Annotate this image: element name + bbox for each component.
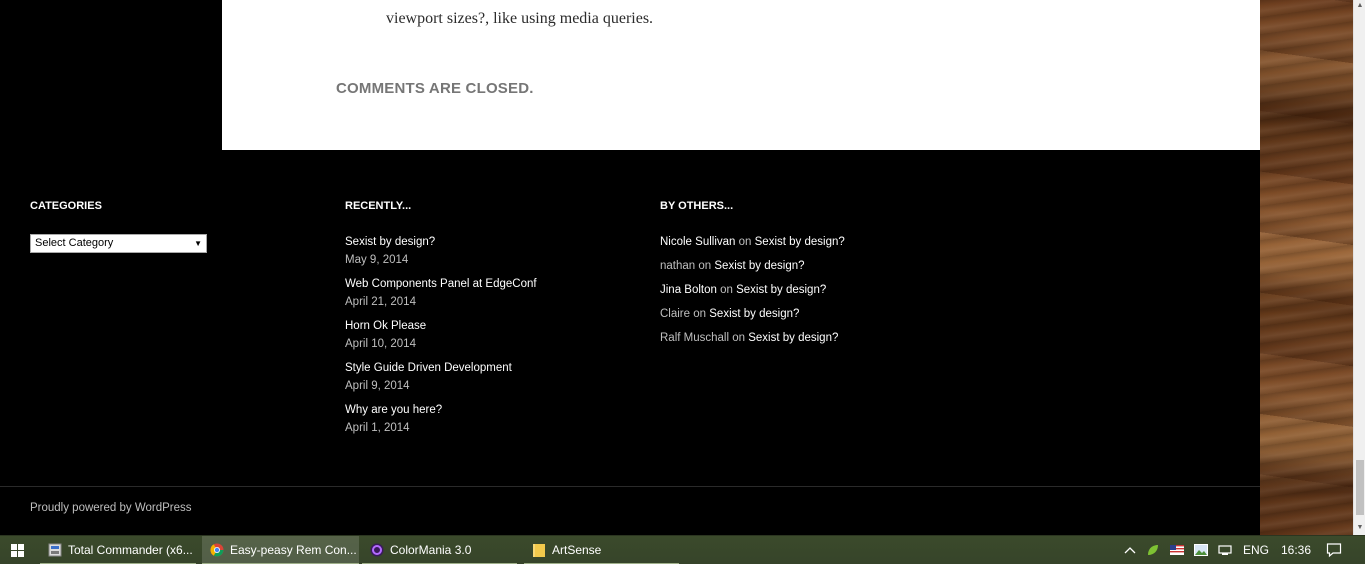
comment-author-link[interactable]: Nicole Sullivan — [660, 236, 735, 248]
footer-divider — [0, 486, 1260, 487]
recent-comments-list: Nicole Sullivan on Sexist by design? nat… — [660, 233, 845, 353]
recent-comment-item: Jina Bolton on Sexist by design? — [660, 281, 845, 305]
chrome-icon — [210, 543, 224, 557]
folder-icon — [533, 544, 545, 557]
recent-post-link[interactable]: Horn Ok Please — [345, 317, 537, 335]
comment-author: nathan — [660, 260, 696, 272]
recent-post-date: April 10, 2014 — [345, 338, 416, 350]
recent-post-item: Style Guide Driven Development April 9, … — [345, 359, 537, 401]
recent-post-link[interactable]: Sexist by design? — [345, 233, 537, 251]
recent-post-item: Sexist by design? May 9, 2014 — [345, 233, 537, 275]
taskbar: Total Commander (x6... Easy-peasy Rem Co… — [0, 535, 1365, 564]
start-button[interactable] — [0, 536, 36, 564]
comment-on-text: on — [738, 236, 752, 248]
taskbar-item-artsense[interactable]: ArtSense — [524, 536, 679, 564]
comment-post-link[interactable]: Sexist by design? — [709, 308, 799, 320]
recent-comment-item: Claire on Sexist by design? — [660, 305, 845, 329]
colormania-icon — [370, 543, 384, 557]
scroll-down-arrow-icon[interactable]: ▼ — [1354, 522, 1365, 534]
windows-logo-icon — [11, 544, 25, 558]
recent-post-link[interactable]: Why are you here? — [345, 401, 537, 419]
task-label: ColorMania 3.0 — [390, 543, 472, 557]
recent-post-link[interactable]: Web Components Panel at EdgeConf — [345, 275, 537, 293]
post-text-line: viewport sizes?, like using media querie… — [386, 10, 654, 27]
comment-post-link[interactable]: Sexist by design? — [714, 260, 804, 272]
comments-closed-notice: Comments are closed. — [336, 80, 534, 97]
powered-by-link[interactable]: Proudly powered by WordPress — [30, 502, 192, 514]
recent-posts-list: Sexist by design? May 9, 2014 Web Compon… — [345, 233, 537, 443]
action-center-icon[interactable] — [1326, 542, 1342, 558]
language-indicator[interactable]: ENG — [1243, 536, 1269, 564]
recently-widget-title: Recently... — [345, 200, 412, 212]
categories-widget-title: Categories — [30, 200, 102, 212]
taskbar-item-chrome[interactable]: Easy-peasy Rem Con... — [202, 536, 359, 564]
photo-tray-icon[interactable] — [1194, 543, 1208, 557]
recent-comment-item: Ralf Muschall on Sexist by design? — [660, 329, 845, 353]
recent-post-date: April 21, 2014 — [345, 296, 416, 308]
dropdown-arrow-icon: ▼ — [194, 239, 202, 248]
scroll-thumb[interactable] — [1356, 460, 1364, 515]
recent-post-item: Horn Ok Please April 10, 2014 — [345, 317, 537, 359]
leaf-tray-icon[interactable] — [1146, 543, 1160, 557]
clock[interactable]: 16:36 — [1281, 536, 1311, 564]
category-select-value: Select Category — [35, 237, 114, 249]
category-select[interactable]: Select Category ▼ — [30, 234, 207, 253]
recent-post-link[interactable]: Style Guide Driven Development — [345, 359, 537, 377]
recent-post-date: May 9, 2014 — [345, 254, 409, 266]
by-others-widget-title: By others... — [660, 200, 734, 212]
task-label: ArtSense — [552, 543, 602, 557]
page-scrollbar[interactable]: ▲ ▼ — [1353, 0, 1365, 535]
flag-tray-icon[interactable] — [1170, 543, 1184, 557]
comment-author: Ralf Muschall — [660, 332, 730, 344]
recent-post-item: Web Components Panel at EdgeConf April 2… — [345, 275, 537, 317]
comment-on-text: on — [732, 332, 746, 344]
taskbar-item-colormania[interactable]: ColorMania 3.0 — [362, 536, 517, 564]
comment-post-link[interactable]: Sexist by design? — [736, 284, 826, 296]
comment-on-text: on — [720, 284, 733, 296]
taskbar-item-total-commander[interactable]: Total Commander (x6... — [40, 536, 196, 564]
comment-author-link[interactable]: Jina Bolton — [660, 284, 717, 296]
recent-post-item: Why are you here? April 1, 2014 — [345, 401, 537, 443]
recent-comment-item: nathan on Sexist by design? — [660, 257, 845, 281]
scroll-up-arrow-icon[interactable]: ▲ — [1354, 0, 1365, 12]
post-content-card: viewport sizes?, like using media querie… — [222, 0, 1260, 150]
wood-background — [1260, 0, 1353, 535]
recent-post-date: April 9, 2014 — [345, 380, 410, 392]
comment-on-text: on — [698, 260, 712, 272]
task-label: Total Commander (x6... — [68, 543, 193, 557]
show-hidden-icons-chevron-icon[interactable] — [1122, 536, 1138, 564]
comment-author: Claire — [660, 308, 691, 320]
comment-post-link[interactable]: Sexist by design? — [748, 332, 838, 344]
recent-post-date: April 1, 2014 — [345, 422, 410, 434]
comment-post-link[interactable]: Sexist by design? — [755, 236, 845, 248]
comment-on-text: on — [693, 308, 707, 320]
total-commander-icon — [48, 543, 62, 557]
task-label: Easy-peasy Rem Con... — [230, 543, 357, 557]
network-tray-icon[interactable] — [1218, 543, 1232, 557]
recent-comment-item: Nicole Sullivan on Sexist by design? — [660, 233, 845, 257]
